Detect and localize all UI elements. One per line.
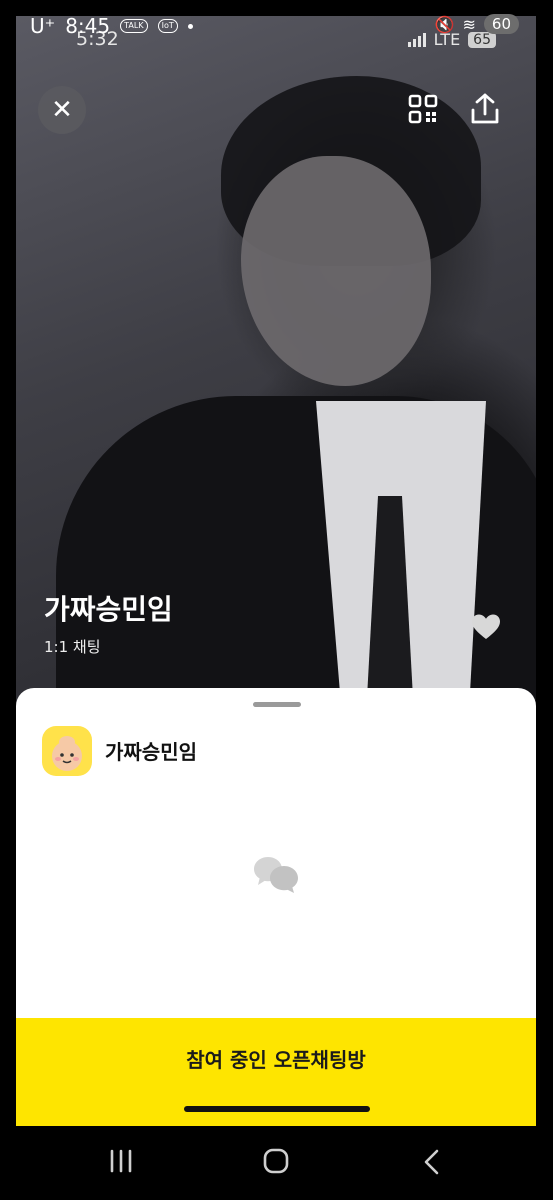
open-chat-preview-screen: 5:32 LTE 65 ✕ 가짜승민임 1:1 채팅 가짜승민임 참여 중인 오… [16,16,536,1126]
mute-icon: 🔇 [434,14,455,34]
iot-badge: IoT [157,19,178,33]
carrier-label: U⁺ [30,14,56,38]
outer-battery-badge: 60 [483,14,519,34]
chat-bubbles-icon [254,857,298,893]
room-title: 가짜승민임 [44,593,173,626]
room-type-label: 1:1 채팅 [44,638,101,656]
nav-back-icon[interactable] [422,1149,440,1175]
system-navigation-bar [0,1126,553,1200]
profile-name: 가짜승민임 [105,740,197,764]
close-button[interactable]: ✕ [38,86,86,134]
heart-icon[interactable] [471,613,501,641]
outer-status-time: 8:45 [65,14,111,38]
cover-photo-face [241,156,431,386]
avatar[interactable] [42,726,92,776]
join-chat-button-label: 참여 중인 오픈채팅방 [186,1048,366,1072]
nav-home-icon[interactable] [263,1148,289,1174]
sheet-drag-handle[interactable] [253,702,301,707]
share-icon[interactable] [469,92,501,126]
wifi-icon: ≋ [462,14,476,34]
outer-status-bar: U⁺ 8:45 TALK IoT 🔇 ≋ 60 [0,0,553,56]
profile-character-icon [52,736,82,771]
bottom-sheet: 가짜승민임 참여 중인 오픈채팅방 [16,688,536,1126]
talk-badge: TALK [120,19,148,33]
nav-recent-icon[interactable] [108,1148,134,1174]
notification-dot [187,23,193,29]
close-icon: ✕ [51,95,73,125]
qr-code-icon[interactable] [408,94,438,124]
home-indicator [184,1106,370,1112]
